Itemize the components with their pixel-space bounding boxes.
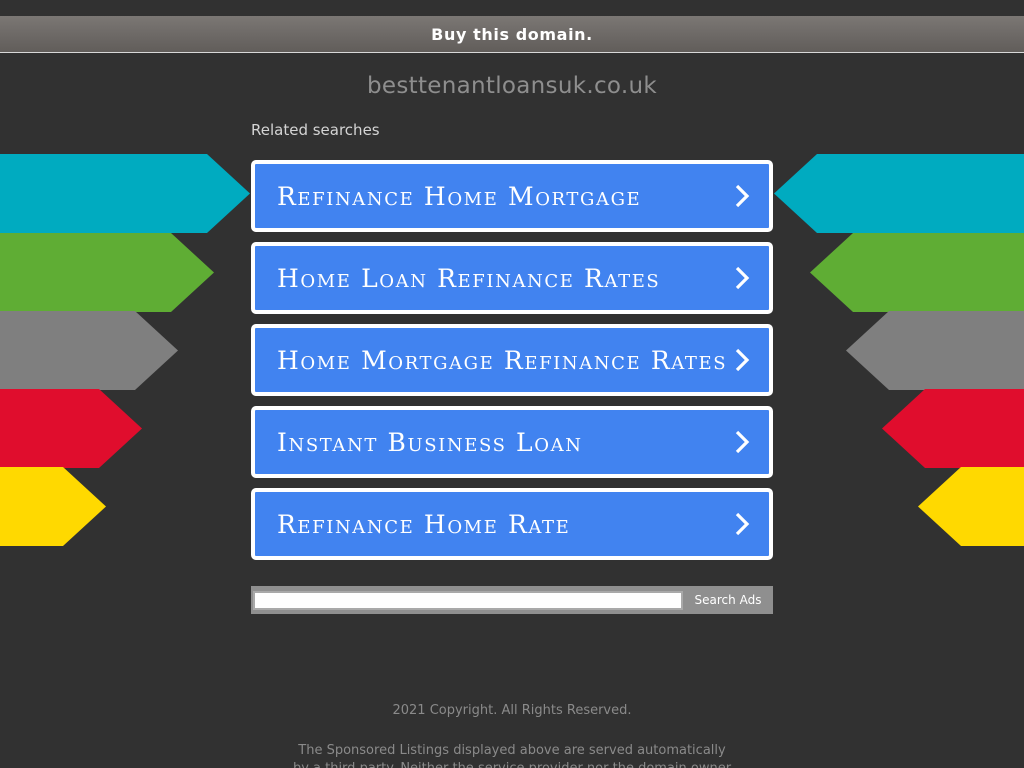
decorative-arrow-red-left	[0, 389, 142, 468]
chevron-right-icon	[735, 266, 750, 290]
related-searches-list: Refinance Home Mortgage Home Loan Refina…	[251, 160, 773, 570]
disclaimer-line: by a third party. Neither the service pr…	[0, 760, 1024, 768]
related-search-label: Home Mortgage Refinance Rates	[277, 345, 728, 375]
related-searches-heading: Related searches	[251, 121, 380, 139]
search-ads-button[interactable]: Search Ads	[683, 586, 773, 614]
chevron-right-icon	[735, 348, 750, 372]
related-search-link[interactable]: Refinance Home Mortgage	[251, 160, 773, 232]
disclaimer-text: The Sponsored Listings displayed above a…	[0, 742, 1024, 768]
buy-domain-banner[interactable]: Buy this domain.	[0, 16, 1024, 53]
decorative-arrow-green-right	[810, 233, 1024, 312]
decorative-arrow-green-left	[0, 233, 214, 312]
related-search-link[interactable]: Refinance Home Rate	[251, 488, 773, 560]
buy-domain-link[interactable]: Buy this domain.	[431, 25, 593, 44]
related-search-label: Home Loan Refinance Rates	[277, 263, 661, 293]
decorative-arrow-gray-left	[0, 311, 178, 390]
search-form: Search Ads	[251, 586, 773, 614]
domain-title: besttenantloansuk.co.uk	[367, 73, 657, 99]
related-search-link[interactable]: Home Mortgage Refinance Rates	[251, 324, 773, 396]
disclaimer-line: The Sponsored Listings displayed above a…	[298, 743, 726, 758]
related-search-label: Refinance Home Rate	[277, 509, 571, 539]
page: Buy this domain. besttenantloansuk.co.uk…	[0, 0, 1024, 768]
decorative-arrow-red-right	[882, 389, 1024, 468]
decorative-arrow-yellow-left	[0, 467, 106, 546]
chevron-right-icon	[735, 184, 750, 208]
decorative-arrow-yellow-right	[918, 467, 1024, 546]
related-search-link[interactable]: Instant Business Loan	[251, 406, 773, 478]
chevron-right-icon	[735, 430, 750, 454]
decorative-arrow-teal-right	[774, 154, 1024, 233]
related-search-link[interactable]: Home Loan Refinance Rates	[251, 242, 773, 314]
related-search-label: Refinance Home Mortgage	[277, 181, 642, 211]
decorative-arrow-gray-right	[846, 311, 1024, 390]
search-input[interactable]	[253, 590, 683, 610]
copyright-text: 2021 Copyright. All Rights Reserved.	[392, 703, 632, 718]
chevron-right-icon	[735, 512, 750, 536]
decorative-arrow-teal-left	[0, 154, 250, 233]
related-search-label: Instant Business Loan	[277, 427, 583, 457]
